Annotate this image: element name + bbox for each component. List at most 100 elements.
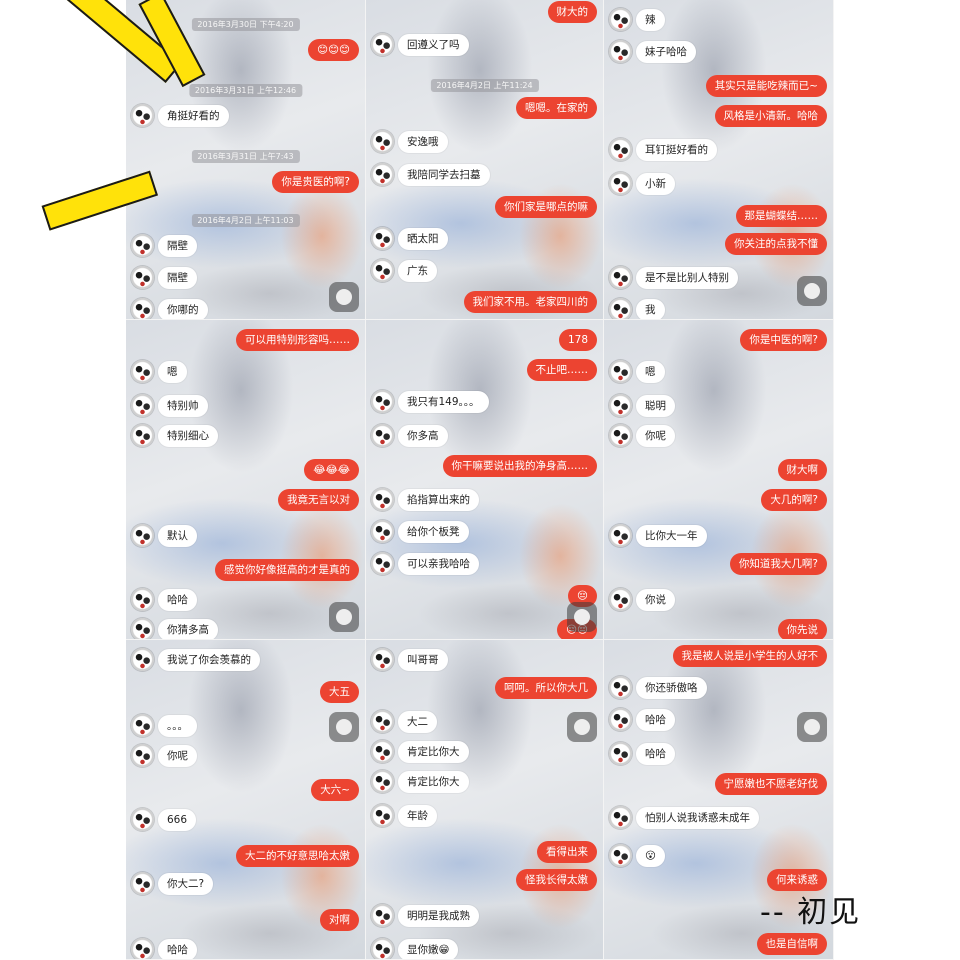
incoming-bubble-text[interactable]: 嗯: [158, 361, 187, 383]
contact-avatar[interactable]: [371, 648, 394, 671]
incoming-bubble-text[interactable]: 哈哈: [636, 709, 675, 731]
incoming-bubble-text[interactable]: 哈哈: [158, 939, 197, 959]
contact-avatar[interactable]: [609, 394, 632, 417]
incoming-bubble-text[interactable]: 小新: [636, 173, 675, 195]
floating-assistive-button[interactable]: [567, 602, 597, 632]
incoming-bubble-text[interactable]: 明明是我成熟: [398, 905, 479, 927]
incoming-bubble-text[interactable]: 肯定比你大: [398, 741, 469, 763]
incoming-bubble-text[interactable]: 默认: [158, 525, 197, 547]
contact-avatar[interactable]: [371, 130, 394, 153]
incoming-bubble-text[interactable]: 你呢: [636, 425, 675, 447]
incoming-bubble-text[interactable]: 你还骄傲咯: [636, 677, 707, 699]
outgoing-bubble-text[interactable]: 178: [558, 329, 597, 351]
outgoing-bubble-text[interactable]: 呵呵。所以你大几: [495, 677, 597, 699]
contact-avatar[interactable]: [131, 266, 154, 289]
outgoing-bubble-text[interactable]: 对啊: [320, 909, 359, 931]
outgoing-bubble-text[interactable]: 你知道我大几啊?: [729, 553, 827, 575]
contact-avatar[interactable]: [609, 298, 632, 319]
incoming-bubble-text[interactable]: 。。。: [158, 715, 197, 737]
contact-avatar[interactable]: [371, 740, 394, 763]
outgoing-bubble-text[interactable]: 感觉你好像挺高的才是真的: [215, 559, 359, 581]
incoming-bubble-text[interactable]: 嗯: [636, 361, 665, 383]
contact-avatar[interactable]: [371, 424, 394, 447]
incoming-bubble-text[interactable]: 哈哈: [158, 589, 197, 611]
outgoing-bubble-text[interactable]: 大六~: [311, 779, 359, 801]
outgoing-bubble-text[interactable]: 你们家是哪点的嘛: [495, 196, 597, 218]
outgoing-bubble-text[interactable]: 风格是小清新。哈哈: [714, 105, 827, 127]
contact-avatar[interactable]: [131, 588, 154, 611]
outgoing-bubble-text[interactable]: 财大啊: [777, 459, 827, 481]
contact-avatar[interactable]: [609, 844, 632, 867]
incoming-bubble-text[interactable]: 你呢: [158, 745, 197, 767]
contact-avatar[interactable]: [131, 524, 154, 547]
incoming-bubble-text[interactable]: 哈哈: [636, 743, 675, 765]
incoming-bubble-text[interactable]: 怕别人说我诱惑未成年: [636, 807, 759, 829]
contact-avatar[interactable]: [131, 938, 154, 959]
contact-avatar[interactable]: [371, 904, 394, 927]
contact-avatar[interactable]: [131, 424, 154, 447]
incoming-bubble-text[interactable]: 年龄: [398, 805, 437, 827]
contact-avatar[interactable]: [131, 360, 154, 383]
incoming-bubble-text[interactable]: 叫哥哥: [398, 649, 448, 671]
contact-avatar[interactable]: [131, 744, 154, 767]
incoming-bubble-text[interactable]: 回遵义了吗: [398, 34, 469, 56]
outgoing-bubble-text[interactable]: 也是自信啊: [756, 933, 827, 955]
contact-avatar[interactable]: [371, 938, 394, 959]
outgoing-bubble-text[interactable]: 我竟无言以对: [278, 489, 359, 511]
outgoing-bubble-text[interactable]: 😂😂😂: [304, 459, 359, 481]
contact-avatar[interactable]: [371, 390, 394, 413]
incoming-bubble-text[interactable]: 耳钉挺好看的: [636, 139, 717, 161]
contact-avatar[interactable]: [371, 259, 394, 282]
outgoing-bubble-text[interactable]: 大几的啊?: [761, 489, 827, 511]
floating-assistive-button[interactable]: [797, 276, 827, 306]
incoming-bubble-text[interactable]: 广东: [398, 260, 437, 282]
outgoing-bubble-text[interactable]: 那是蝴蝶结……: [735, 205, 827, 227]
contact-avatar[interactable]: [609, 424, 632, 447]
incoming-bubble-text[interactable]: 你大二?: [158, 873, 214, 895]
outgoing-bubble-text[interactable]: 财大的: [547, 1, 597, 23]
contact-avatar[interactable]: [609, 676, 632, 699]
outgoing-bubble-text[interactable]: 我们家不用。老家四川的: [463, 291, 597, 313]
contact-avatar[interactable]: [131, 714, 154, 737]
contact-avatar[interactable]: [131, 234, 154, 257]
incoming-bubble-text[interactable]: 特别帅: [158, 395, 208, 417]
contact-avatar[interactable]: [131, 872, 154, 895]
incoming-bubble-text[interactable]: 角挺好看的: [158, 105, 229, 127]
outgoing-bubble-text[interactable]: 你是贵医的啊?: [272, 171, 359, 193]
contact-avatar[interactable]: [371, 804, 394, 827]
incoming-bubble-text[interactable]: 是不是比别人特别: [636, 267, 738, 289]
incoming-bubble-text[interactable]: 你猜多高: [158, 619, 218, 639]
incoming-bubble-text[interactable]: 可以亲我哈哈: [398, 553, 479, 575]
contact-avatar[interactable]: [371, 33, 394, 56]
incoming-bubble-text[interactable]: 你说: [636, 589, 675, 611]
incoming-bubble-text[interactable]: 大二: [398, 711, 437, 733]
contact-avatar[interactable]: [609, 8, 632, 31]
contact-avatar[interactable]: [131, 618, 154, 639]
incoming-bubble-text[interactable]: 我说了你会羡慕的: [158, 649, 260, 671]
contact-avatar[interactable]: [371, 552, 394, 575]
contact-avatar[interactable]: [609, 524, 632, 547]
outgoing-bubble-text[interactable]: 😊😊😊: [308, 39, 359, 61]
contact-avatar[interactable]: [371, 710, 394, 733]
contact-avatar[interactable]: [371, 488, 394, 511]
outgoing-bubble-text[interactable]: 宁愿嫩也不愿老好伐: [714, 773, 827, 795]
incoming-bubble-text[interactable]: 给你个板凳: [398, 521, 469, 543]
outgoing-bubble-text[interactable]: 我是被人说是小学生的人好不: [672, 645, 827, 667]
contact-avatar[interactable]: [609, 172, 632, 195]
outgoing-bubble-text[interactable]: 何来诱惑: [767, 869, 827, 891]
incoming-bubble-text[interactable]: 妹子哈哈: [636, 41, 696, 63]
contact-avatar[interactable]: [609, 360, 632, 383]
incoming-bubble-text[interactable]: 特别细心: [158, 425, 218, 447]
incoming-bubble-text[interactable]: 隔壁: [158, 235, 197, 257]
contact-avatar[interactable]: [131, 104, 154, 127]
contact-avatar[interactable]: [609, 266, 632, 289]
floating-assistive-button[interactable]: [329, 282, 359, 312]
floating-assistive-button[interactable]: [329, 712, 359, 742]
incoming-bubble-text[interactable]: 你多高: [398, 425, 448, 447]
incoming-bubble-text[interactable]: 你哪的: [158, 299, 208, 319]
incoming-bubble-text[interactable]: 😮: [636, 845, 665, 867]
outgoing-bubble-text[interactable]: 嗯嗯。在家的: [516, 97, 597, 119]
incoming-bubble-text[interactable]: 辣: [636, 9, 665, 31]
incoming-bubble-text[interactable]: 我只有149。。。: [398, 391, 489, 413]
contact-avatar[interactable]: [609, 138, 632, 161]
